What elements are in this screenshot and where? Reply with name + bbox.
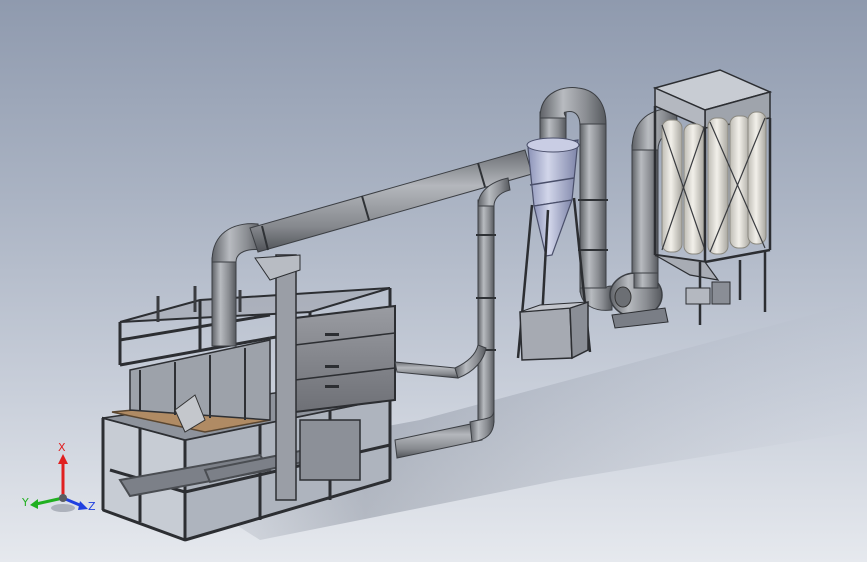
filter-cartridges	[661, 111, 767, 255]
coordinate-triad: X Y Z	[21, 441, 96, 513]
z-axis-label: Z	[88, 500, 96, 513]
cyclone-cone	[533, 199, 573, 257]
riser-pipe	[211, 257, 237, 347]
triad-shadow	[51, 504, 75, 512]
triad-origin	[59, 494, 67, 502]
collector-valve	[711, 281, 731, 305]
cad-viewport[interactable]: X Y Z	[0, 0, 867, 562]
dust-bin-side	[569, 300, 589, 360]
cyclone-top	[526, 137, 580, 153]
vertical-post	[275, 254, 297, 501]
y-axis-label: Y	[21, 496, 29, 509]
y-axis-head	[30, 499, 38, 509]
down-pipe	[579, 123, 607, 293]
collector-drum	[685, 287, 711, 305]
cad-model-scene	[101, 69, 867, 542]
fan-inlet	[614, 286, 632, 308]
cabinet-front	[294, 304, 396, 414]
x-axis-head	[58, 454, 68, 464]
side-return-pipe	[477, 199, 495, 423]
mid-branch-pipe	[394, 361, 459, 379]
dust-bin-front	[519, 307, 573, 361]
y-axis-arrow	[35, 496, 64, 506]
x-axis-label: X	[58, 441, 66, 454]
z-axis-head	[78, 501, 88, 510]
blower-fan	[609, 267, 669, 329]
